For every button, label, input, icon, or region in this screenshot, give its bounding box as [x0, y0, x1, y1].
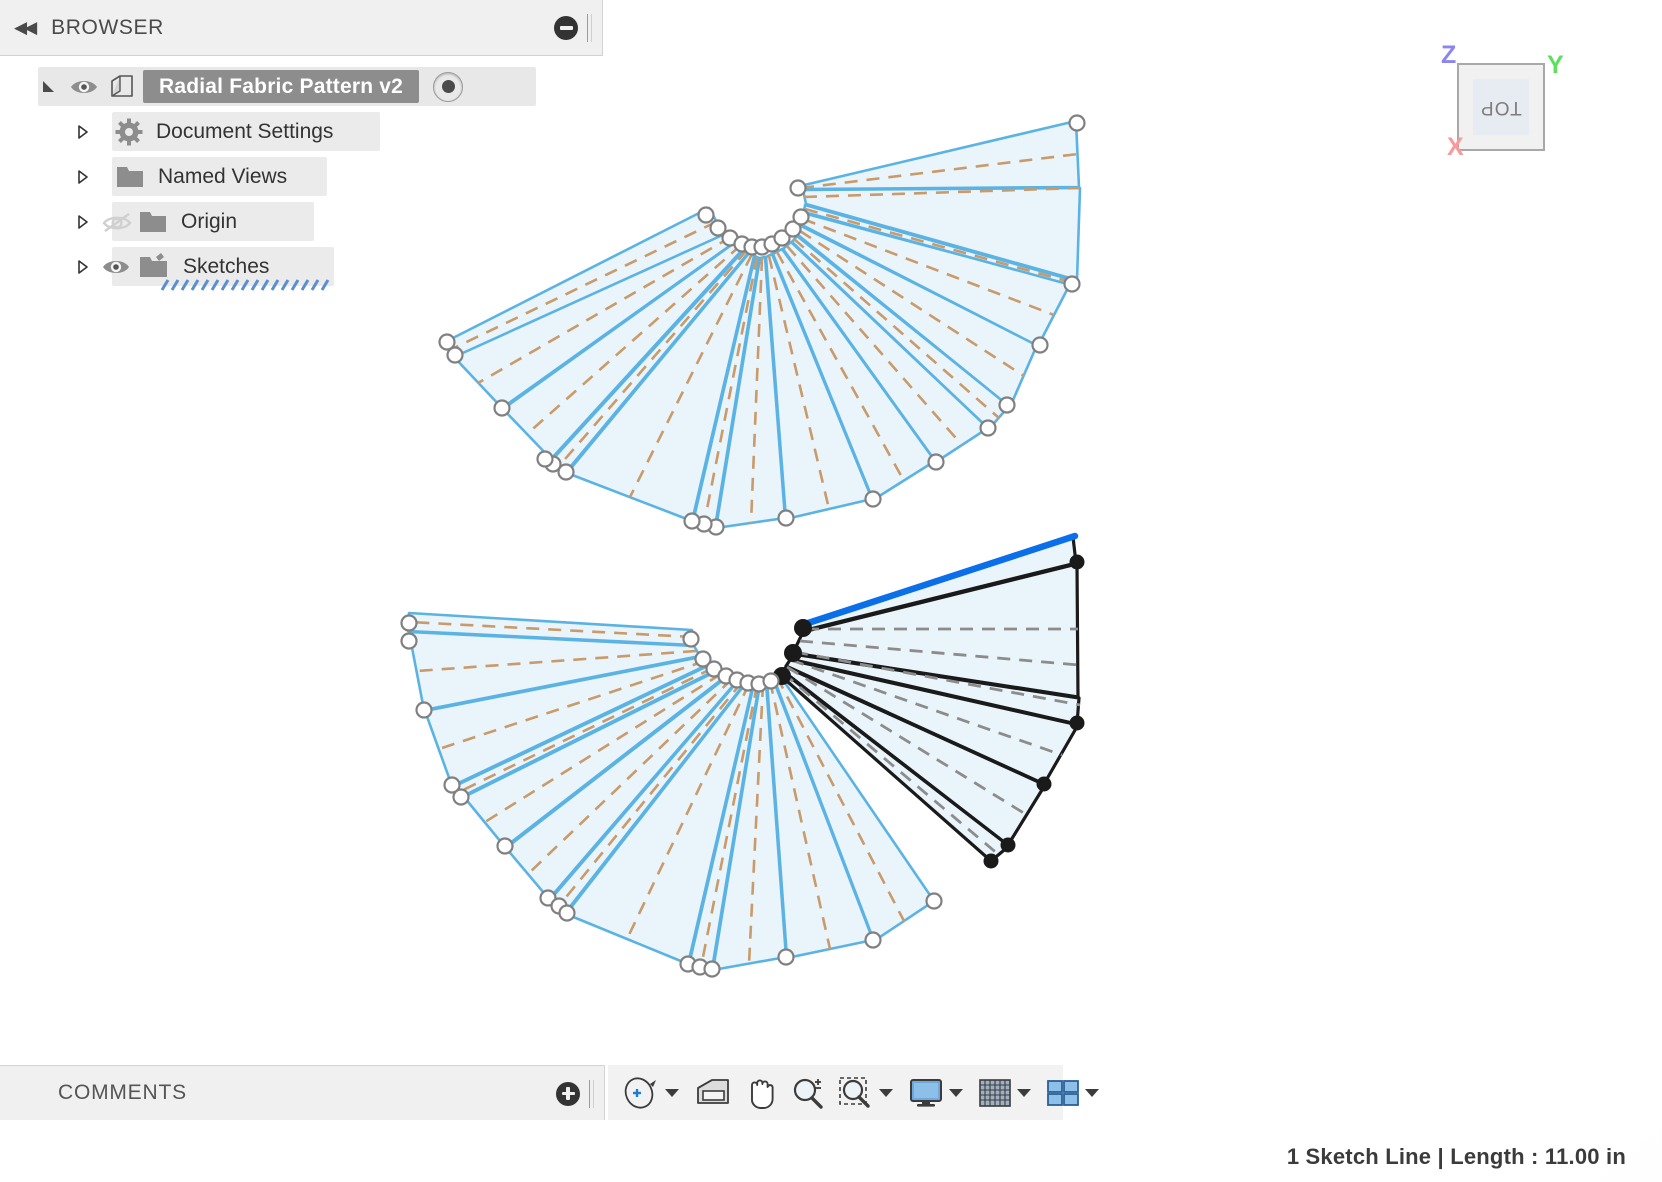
plus-circle-icon[interactable]	[556, 1082, 580, 1106]
y-axis-label: Y	[1547, 51, 1564, 80]
collapse-panel-icon[interactable]: ◀◀	[14, 19, 34, 36]
grid-icon	[978, 1078, 1012, 1108]
chevron-down-icon[interactable]	[949, 1089, 963, 1097]
gear-icon	[114, 117, 144, 147]
radio-active-icon[interactable]	[433, 72, 463, 102]
browser-tree: Radial Fabric Pattern v2	[0, 56, 605, 289]
x-axis-label: X	[1447, 133, 1464, 162]
zoom-window-icon	[838, 1076, 874, 1110]
disclosure-closed-icon[interactable]	[76, 214, 89, 230]
folder-icon	[137, 208, 169, 236]
eye-hidden-icon[interactable]	[101, 211, 131, 233]
look-at-tool[interactable]	[688, 1065, 738, 1120]
tree-item-label: Origin	[181, 210, 237, 234]
tree-item-label: Named Views	[158, 165, 287, 189]
component-name-chip[interactable]: Radial Fabric Pattern v2	[143, 70, 419, 103]
viewcube-face-label: TOP	[1480, 96, 1522, 118]
tree-row-origin[interactable]: Origin	[0, 199, 605, 244]
chevron-down-icon[interactable]	[665, 1089, 679, 1097]
status-bar-selection-info: 1 Sketch Line | Length : 11.00 in	[1287, 1144, 1626, 1170]
panel-grip-icon[interactable]	[587, 14, 592, 42]
navigation-toolbar	[608, 1065, 1063, 1120]
disclosure-closed-icon[interactable]	[76, 259, 89, 275]
chevron-down-icon[interactable]	[879, 1089, 893, 1097]
disclosure-closed-icon[interactable]	[76, 169, 89, 185]
disclosure-open-icon[interactable]	[40, 78, 57, 95]
comments-label: COMMENTS	[58, 1081, 187, 1105]
zoom-window-tool[interactable]	[832, 1065, 902, 1120]
browser-panel: ◀◀ BROWSER	[0, 0, 605, 289]
monitor-icon	[908, 1077, 944, 1109]
grid-snaps[interactable]	[972, 1065, 1040, 1120]
orbit-icon	[620, 1074, 660, 1112]
tree-row-named-views[interactable]: Named Views	[0, 154, 605, 199]
component-name: Radial Fabric Pattern v2	[159, 75, 403, 99]
drag-hatch-indicator	[160, 279, 340, 291]
component-cube-icon	[107, 72, 137, 102]
viewcube-face-inner: TOP	[1473, 79, 1529, 135]
tree-item-label: Document Settings	[156, 120, 333, 144]
chevron-down-icon[interactable]	[1017, 1089, 1031, 1097]
tree-row-root[interactable]: Radial Fabric Pattern v2	[0, 64, 605, 109]
pan-tool[interactable]	[738, 1065, 784, 1120]
panel-grip-icon[interactable]	[589, 1080, 594, 1108]
disclosure-closed-icon[interactable]	[76, 124, 89, 140]
viewcube[interactable]: TOP Z Y X	[1425, 45, 1557, 165]
magnifier-plus-icon	[790, 1076, 826, 1110]
browser-header: ◀◀ BROWSER	[0, 0, 603, 56]
orbit-tool[interactable]	[614, 1065, 688, 1120]
minus-circle-icon[interactable]	[554, 16, 578, 40]
folder-icon	[114, 163, 146, 191]
zoom-tool[interactable]	[784, 1065, 832, 1120]
viewcube-top-face[interactable]: TOP	[1457, 63, 1545, 151]
z-axis-label: Z	[1441, 41, 1456, 70]
eye-icon[interactable]	[69, 76, 99, 98]
look-at-icon	[694, 1076, 732, 1110]
folder-sketch-icon	[137, 252, 171, 282]
tree-row-document-settings[interactable]: Document Settings	[0, 109, 605, 154]
display-settings[interactable]	[902, 1065, 972, 1120]
comments-bar: COMMENTS	[0, 1065, 605, 1120]
tree-item-label: Sketches	[183, 255, 269, 279]
lower-fan[interactable]	[402, 536, 1085, 977]
hand-pan-icon	[744, 1075, 778, 1111]
chevron-down-icon[interactable]	[1085, 1089, 1099, 1097]
browser-title: BROWSER	[51, 16, 164, 40]
viewports-icon	[1046, 1078, 1080, 1108]
eye-icon[interactable]	[101, 256, 131, 278]
viewports[interactable]	[1040, 1065, 1108, 1120]
